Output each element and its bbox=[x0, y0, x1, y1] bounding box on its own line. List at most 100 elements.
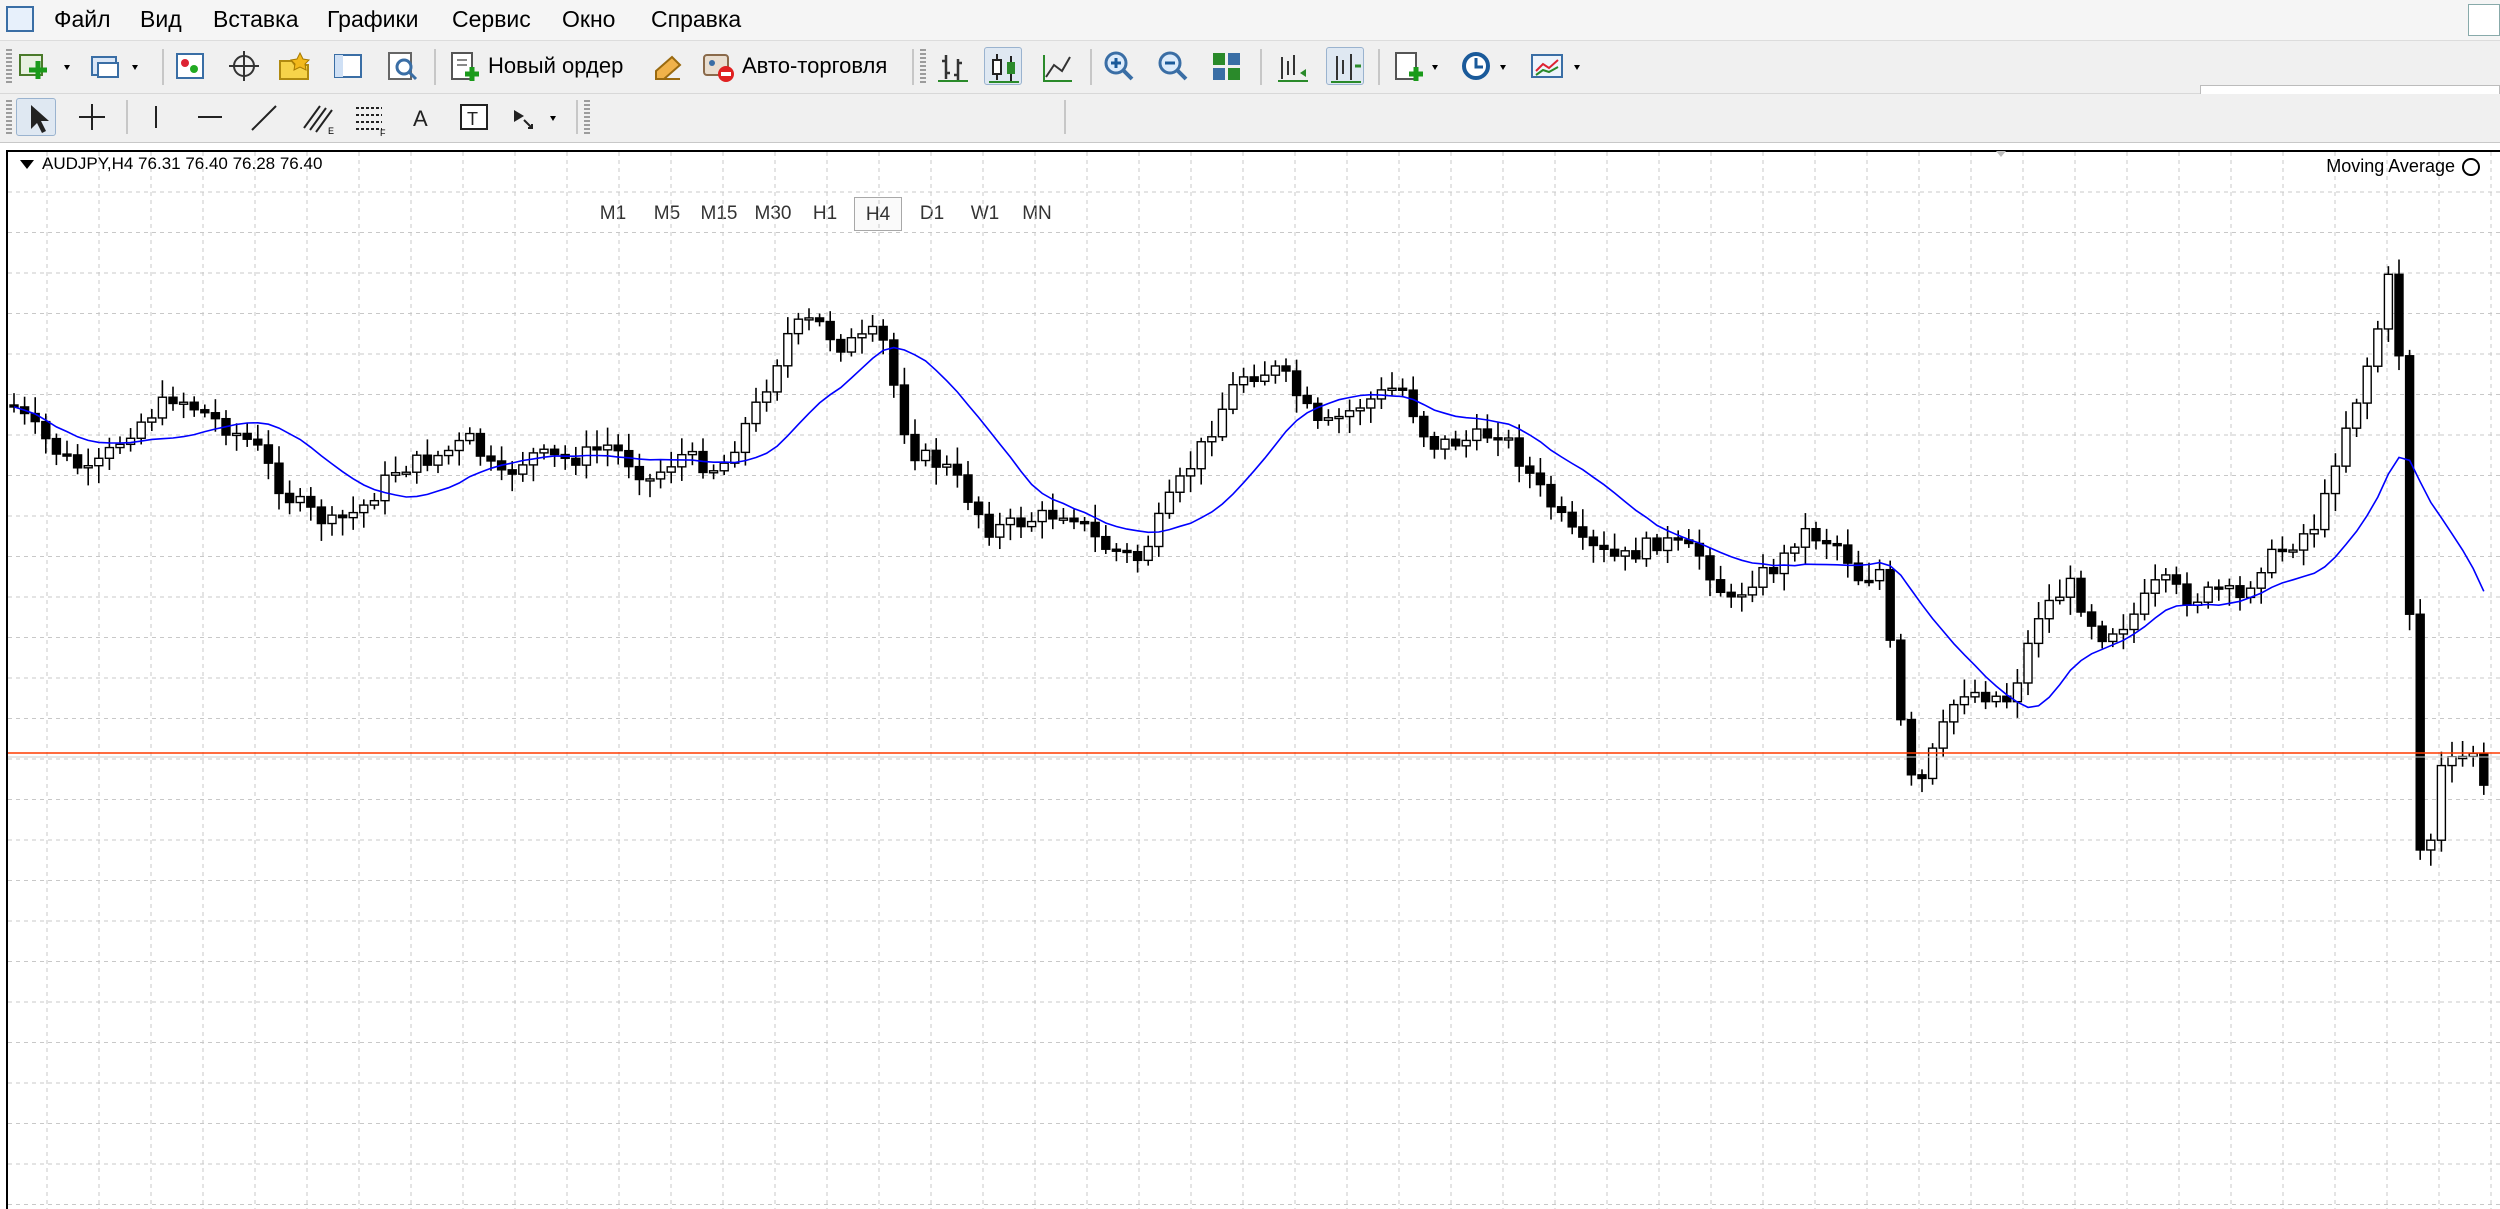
candle-bullish bbox=[2298, 533, 2309, 551]
candle-bullish bbox=[83, 465, 93, 469]
candle-bullish bbox=[2129, 613, 2139, 631]
candle-bullish bbox=[1959, 696, 1970, 706]
candle-bearish bbox=[475, 432, 486, 457]
candle-bearish bbox=[1673, 537, 1683, 541]
candle-bullish bbox=[1334, 415, 1344, 420]
candle-bearish bbox=[1980, 691, 1991, 703]
candle-bullish bbox=[1938, 721, 1948, 749]
candle-bearish bbox=[1556, 506, 1567, 514]
candle-bearish bbox=[889, 339, 899, 386]
candle-bullish bbox=[677, 453, 687, 468]
candle-bullish bbox=[804, 317, 814, 321]
candle-bullish bbox=[369, 499, 380, 506]
candle-bearish bbox=[2086, 611, 2097, 627]
candle-bearish bbox=[1631, 550, 1641, 560]
candle-bearish bbox=[2235, 585, 2245, 599]
candle-bullish bbox=[1143, 545, 1153, 562]
candle-bearish bbox=[1705, 555, 1715, 581]
candle-bullish bbox=[2468, 752, 2478, 758]
candle-bullish bbox=[1154, 512, 1164, 548]
symbol-info: AUDJPY,H4 76.31 76.40 76.28 76.40 bbox=[42, 154, 323, 173]
candle-bearish bbox=[486, 455, 496, 462]
candle-bullish bbox=[295, 495, 305, 504]
candle-bullish bbox=[2447, 756, 2457, 767]
candle-bearish bbox=[200, 409, 210, 414]
candle-bearish bbox=[1048, 509, 1058, 520]
chart-shift-marker[interactable] bbox=[1996, 151, 2006, 157]
candle-bullish bbox=[920, 449, 931, 462]
candle-bullish bbox=[359, 504, 369, 514]
candle-bullish bbox=[2351, 402, 2362, 429]
chart-symbol-header: AUDJPY,H4 76.31 76.40 76.28 76.40 bbox=[20, 154, 322, 174]
candle-bearish bbox=[1599, 544, 1609, 551]
candle-bearish bbox=[168, 396, 178, 405]
candle-bullish bbox=[2161, 574, 2171, 581]
candle-bearish bbox=[316, 506, 327, 525]
candle-bearish bbox=[1535, 472, 1546, 486]
candle-bearish bbox=[1291, 370, 1302, 397]
candle-bullish bbox=[2362, 365, 2372, 404]
candle-bullish bbox=[1790, 546, 1800, 554]
candle-bearish bbox=[2214, 586, 2224, 590]
candle-bearish bbox=[984, 513, 994, 538]
candle-bullish bbox=[645, 478, 655, 482]
candle-bearish bbox=[51, 437, 62, 455]
candle-bullish bbox=[1662, 537, 1673, 552]
candle-bullish bbox=[2309, 528, 2319, 535]
candle-bullish bbox=[2139, 592, 2150, 615]
candle-bearish bbox=[1694, 542, 1705, 557]
candle-bearish bbox=[1132, 550, 1143, 562]
candle-bearish bbox=[2394, 273, 2404, 357]
candle-bearish bbox=[2171, 574, 2182, 585]
candle-bullish bbox=[2033, 618, 2044, 645]
candle-bullish bbox=[1737, 594, 1747, 598]
candle-bearish bbox=[952, 463, 963, 476]
candle-bearish bbox=[1843, 544, 1853, 564]
candle-bearish bbox=[1493, 437, 1503, 441]
candle-bearish bbox=[1482, 428, 1493, 439]
candle-bearish bbox=[1546, 483, 1556, 508]
candle-bullish bbox=[1228, 384, 1238, 410]
candle-bullish bbox=[708, 470, 719, 474]
candle-bullish bbox=[1175, 475, 1185, 493]
candle-bullish bbox=[867, 325, 878, 335]
candle-bullish bbox=[465, 432, 475, 442]
candle-bullish bbox=[995, 523, 1005, 538]
candle-bullish bbox=[1260, 374, 1270, 383]
moving-average-line bbox=[13, 346, 2485, 709]
indicator-name[interactable]: Moving Average bbox=[2326, 156, 2455, 176]
candle-bullish bbox=[2373, 328, 2383, 367]
candle-bullish bbox=[147, 417, 157, 423]
price-chart[interactable] bbox=[0, 0, 2500, 1209]
candle-bearish bbox=[507, 469, 517, 475]
candle-bullish bbox=[1461, 439, 1471, 447]
candle-bullish bbox=[2203, 586, 2213, 603]
candle-bearish bbox=[1811, 527, 1821, 542]
candle-bearish bbox=[210, 412, 221, 420]
candle-bullish bbox=[1344, 410, 1355, 418]
candle-bearish bbox=[963, 474, 973, 503]
candle-bearish bbox=[1588, 536, 1599, 547]
candle-bearish bbox=[72, 454, 83, 469]
candle-bearish bbox=[899, 384, 910, 436]
chart-menu-triangle-icon[interactable] bbox=[20, 160, 34, 170]
candle-bullish bbox=[1164, 491, 1175, 515]
candle-bullish bbox=[751, 401, 761, 425]
candle-bearish bbox=[592, 446, 602, 451]
candle-bearish bbox=[836, 338, 846, 353]
candle-bullish bbox=[857, 333, 867, 339]
candle-bullish bbox=[666, 466, 676, 473]
candle-bullish bbox=[1747, 586, 1758, 596]
candle-bullish bbox=[1270, 365, 1281, 376]
candle-bearish bbox=[1609, 548, 1620, 557]
smiley-icon[interactable] bbox=[2462, 158, 2480, 177]
candle-bearish bbox=[9, 404, 19, 408]
candle-bullish bbox=[443, 449, 454, 457]
candle-bearish bbox=[1906, 718, 1917, 776]
candle-bullish bbox=[2012, 682, 2023, 703]
indicator-header: Moving Average bbox=[2326, 156, 2480, 177]
candle-bullish bbox=[1323, 417, 1334, 421]
candle-bearish bbox=[1397, 387, 1408, 391]
candle-bullish bbox=[2436, 764, 2447, 841]
candle-bearish bbox=[263, 444, 274, 464]
